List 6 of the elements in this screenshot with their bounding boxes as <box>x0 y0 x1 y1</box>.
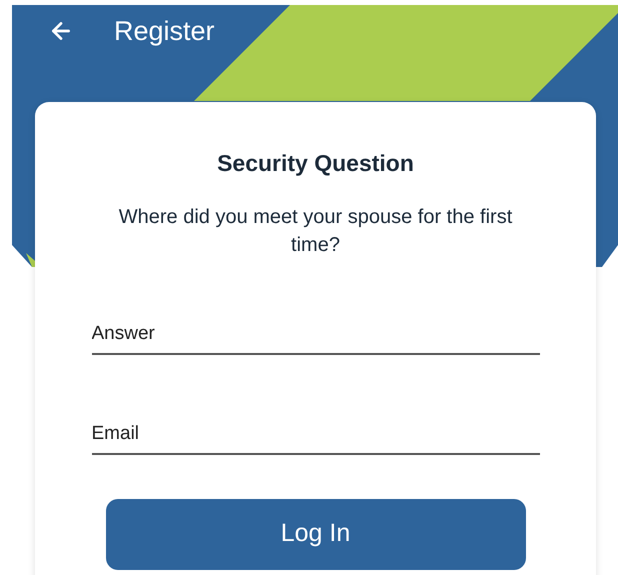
card-title: Security Question <box>217 149 414 178</box>
security-question: Where did you meet your spouse for the first time? <box>118 204 514 258</box>
text-field[interactable]: Answer <box>92 298 540 354</box>
page-title: Register <box>114 14 215 48</box>
login-button[interactable]: Log In <box>106 498 526 570</box>
text-field[interactable]: Email <box>92 398 540 454</box>
